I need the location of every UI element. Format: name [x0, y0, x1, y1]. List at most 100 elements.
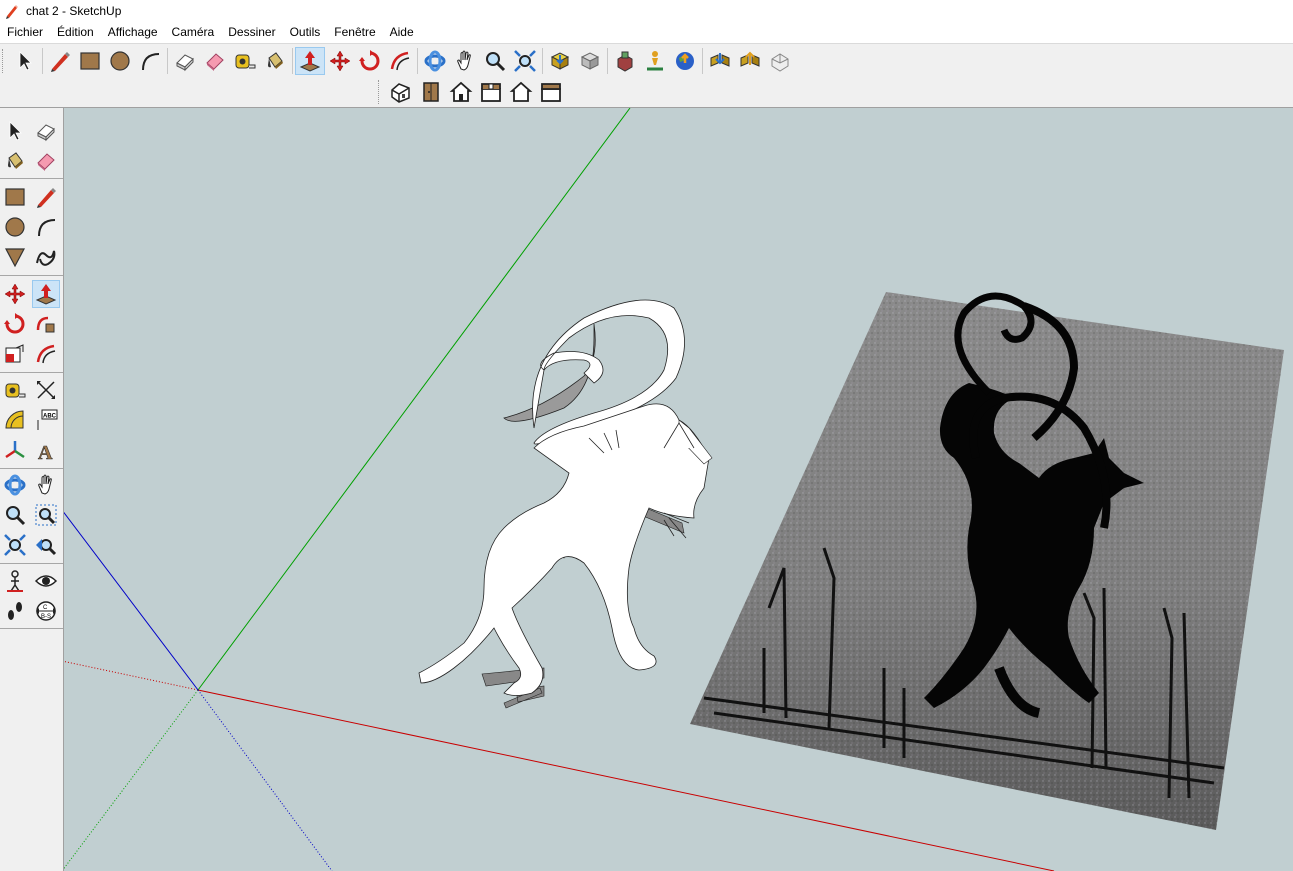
move-icon[interactable]	[325, 47, 355, 75]
black-cat-reference-photo[interactable]	[690, 292, 1284, 830]
menu-dessiner[interactable]: Dessiner	[221, 22, 282, 42]
paint-bucket-icon[interactable]	[260, 47, 290, 75]
menu-fichier[interactable]: Fichier	[0, 22, 50, 42]
push-pull-icon[interactable]	[295, 46, 325, 75]
menu-edition[interactable]: Édition	[50, 22, 101, 42]
extension-manager-icon[interactable]	[765, 47, 795, 75]
zoom-icon[interactable]	[480, 47, 510, 75]
toolbar-grip[interactable]	[2, 48, 7, 73]
title-bar: chat 2 - SketchUp	[0, 0, 1293, 22]
white-cat-silhouette-extrusion[interactable]	[418, 299, 713, 709]
circle-icon[interactable]	[105, 47, 135, 75]
front-view-icon[interactable]	[446, 78, 476, 106]
paint-bucket-icon[interactable]	[1, 147, 29, 175]
main-toolbar	[0, 45, 795, 76]
walk-icon[interactable]	[1, 597, 29, 625]
eraser-icon[interactable]	[32, 147, 60, 175]
toolbar-grip[interactable]	[378, 79, 383, 104]
eraser-icon[interactable]	[200, 47, 230, 75]
rotate-icon[interactable]	[355, 47, 385, 75]
3d-text-icon[interactable]: A	[32, 436, 60, 464]
red-axis-negative	[64, 660, 199, 691]
make-component-icon[interactable]	[32, 117, 60, 145]
tape-measure-icon[interactable]	[1, 376, 29, 404]
get-models-icon[interactable]	[545, 47, 575, 75]
select-icon[interactable]	[10, 47, 40, 75]
menu-fenetre[interactable]: Fenêtre	[327, 22, 382, 42]
toolbar-separator	[292, 47, 293, 74]
zoom-icon[interactable]	[1, 501, 29, 529]
freehand-icon[interactable]	[32, 243, 60, 271]
axes-icon[interactable]	[1, 436, 29, 464]
tool-group-divider	[0, 468, 63, 469]
polygon-icon[interactable]	[1, 243, 29, 271]
orbit-icon[interactable]	[420, 47, 450, 75]
left-view-icon[interactable]	[536, 78, 566, 106]
tool-group-divider	[0, 628, 63, 629]
tape-measure-icon[interactable]	[230, 47, 260, 75]
svg-text:A: A	[38, 442, 53, 462]
offset-icon[interactable]	[385, 47, 415, 75]
right-view-icon[interactable]	[476, 78, 506, 106]
zoom-extents-icon[interactable]	[510, 47, 540, 75]
position-camera-icon[interactable]	[1, 567, 29, 595]
zoom-window-icon[interactable]	[32, 501, 60, 529]
pan-icon[interactable]	[450, 47, 480, 75]
circle-icon[interactable]	[1, 213, 29, 241]
back-view-icon[interactable]	[506, 78, 536, 106]
zoom-extents-icon[interactable]	[1, 531, 29, 559]
select-icon[interactable]	[1, 117, 29, 145]
look-around-icon[interactable]	[32, 567, 60, 595]
cat-tail-side	[503, 323, 596, 422]
toolbar-separator	[702, 47, 703, 74]
push-pull-icon[interactable]	[32, 280, 60, 308]
iso-view-icon[interactable]	[386, 78, 416, 106]
offset-icon[interactable]	[32, 340, 60, 368]
blue-axis-negative	[197, 689, 333, 871]
make-component-icon[interactable]	[170, 47, 200, 75]
svg-text:ABC: ABC	[43, 414, 57, 420]
arc-icon[interactable]	[32, 213, 60, 241]
component-get-icon[interactable]	[705, 47, 735, 75]
main-toolbar-row	[0, 43, 1293, 77]
top-view-icon[interactable]	[416, 78, 446, 106]
blue-axis	[64, 511, 199, 691]
move-icon[interactable]	[1, 280, 29, 308]
views-toolbar	[376, 76, 566, 107]
rectangle-icon[interactable]	[75, 47, 105, 75]
pan-icon[interactable]	[32, 471, 60, 499]
text-icon[interactable]: ABC	[32, 406, 60, 434]
tool-group-divider	[0, 563, 63, 564]
section-plane-icon[interactable]: C B-S	[32, 597, 60, 625]
menu-outils[interactable]: Outils	[283, 22, 328, 42]
toolbar-separator	[607, 47, 608, 74]
google-earth-icon[interactable]	[670, 47, 700, 75]
menu-aide[interactable]: Aide	[383, 22, 421, 42]
pencil-line-icon[interactable]	[45, 47, 75, 75]
dimension-icon[interactable]	[32, 376, 60, 404]
scene-canvas[interactable]	[64, 108, 1293, 871]
arc-icon[interactable]	[135, 47, 165, 75]
menu-camera[interactable]: Caméra	[165, 22, 222, 42]
tool-group-divider	[0, 178, 63, 179]
large-tool-set: ABC A C B-S	[0, 108, 64, 871]
orbit-icon[interactable]	[1, 471, 29, 499]
share-model-icon[interactable]	[575, 47, 605, 75]
add-location-icon[interactable]	[640, 47, 670, 75]
toolbar-separator	[542, 47, 543, 74]
component-share-icon[interactable]	[735, 47, 765, 75]
protractor-icon[interactable]	[1, 406, 29, 434]
menu-affichage[interactable]: Affichage	[101, 22, 165, 42]
extension-warehouse-icon[interactable]	[610, 47, 640, 75]
pencil-line-icon[interactable]	[32, 183, 60, 211]
previous-view-icon[interactable]	[32, 531, 60, 559]
3d-viewport[interactable]	[64, 108, 1293, 871]
follow-me-icon[interactable]	[32, 310, 60, 338]
green-axis-negative	[64, 689, 199, 870]
tool-group-divider	[0, 372, 63, 373]
tool-group-divider	[0, 275, 63, 276]
rotate-icon[interactable]	[1, 310, 29, 338]
scale-icon[interactable]	[1, 340, 29, 368]
views-toolbar-row	[0, 76, 1293, 108]
rectangle-icon[interactable]	[1, 183, 29, 211]
